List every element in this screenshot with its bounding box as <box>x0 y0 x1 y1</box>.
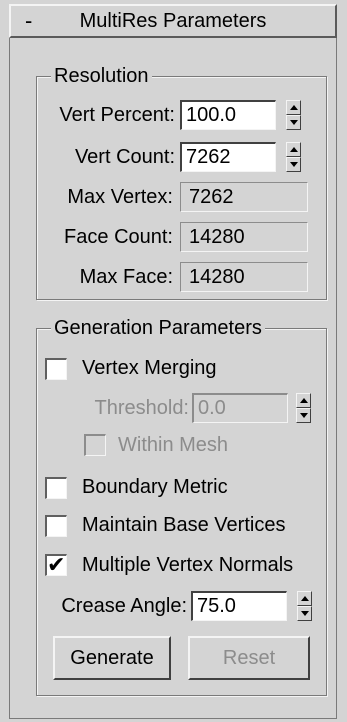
vert-percent-spinner[interactable] <box>286 100 301 130</box>
vert-count-spinner[interactable] <box>286 142 301 172</box>
rollout-title: MultiRes Parameters <box>79 10 267 32</box>
generate-button[interactable]: Generate <box>53 636 171 680</box>
maintain-base-vertices-checkbox[interactable] <box>45 515 67 537</box>
spinner-up-icon[interactable] <box>297 591 312 606</box>
spinner-down-icon[interactable] <box>286 115 301 130</box>
max-face-value: 14280 <box>180 262 308 292</box>
boundary-metric-label[interactable]: Boundary Metric <box>82 474 228 500</box>
multiple-vertex-normals-label[interactable]: Multiple Vertex Normals <box>82 552 293 578</box>
within-mesh-checkbox[interactable] <box>84 434 106 456</box>
boundary-metric-checkbox[interactable] <box>45 477 67 499</box>
maintain-base-vertices-label[interactable]: Maintain Base Vertices <box>82 512 285 538</box>
threshold-spinner[interactable] <box>296 393 311 423</box>
vertex-merging-label[interactable]: Vertex Merging <box>82 355 217 381</box>
spinner-down-icon[interactable] <box>297 606 312 621</box>
vert-count-label: Vert Count: <box>74 146 175 168</box>
crease-angle-spinner[interactable] <box>297 591 312 621</box>
max-face-label: Max Face: <box>79 266 173 288</box>
spinner-up-icon[interactable] <box>286 100 301 115</box>
face-count-label: Face Count: <box>64 226 173 248</box>
max-vertex-value: 7262 <box>180 182 308 212</box>
spinner-up-icon[interactable] <box>296 393 311 408</box>
spinner-up-icon[interactable] <box>286 142 301 157</box>
rollout-header[interactable]: - MultiRes Parameters <box>9 4 337 38</box>
threshold-label: Threshold: <box>94 397 190 419</box>
reset-button[interactable]: Reset <box>188 636 310 680</box>
crease-angle-label: Crease Angle: <box>61 595 187 617</box>
vert-percent-field[interactable]: 100.0 <box>180 100 276 130</box>
within-mesh-label[interactable]: Within Mesh <box>118 432 228 458</box>
spinner-down-icon[interactable] <box>296 408 311 423</box>
resolution-group-label: Resolution <box>51 64 152 88</box>
multiple-vertex-normals-checkbox[interactable]: ✔ <box>45 552 67 577</box>
vert-percent-label: Vert Percent: <box>59 104 175 126</box>
max-vertex-label: Max Vertex: <box>67 186 173 208</box>
vertex-merging-checkbox[interactable] <box>45 358 67 380</box>
checkmark-icon: ✔ <box>47 552 66 577</box>
vert-count-field[interactable]: 7262 <box>180 142 276 172</box>
threshold-field[interactable]: 0.0 <box>192 393 288 423</box>
generation-group-label: Generation Parameters <box>51 316 265 340</box>
crease-angle-field[interactable]: 75.0 <box>191 591 287 621</box>
face-count-value: 14280 <box>180 222 308 252</box>
spinner-down-icon[interactable] <box>286 157 301 172</box>
